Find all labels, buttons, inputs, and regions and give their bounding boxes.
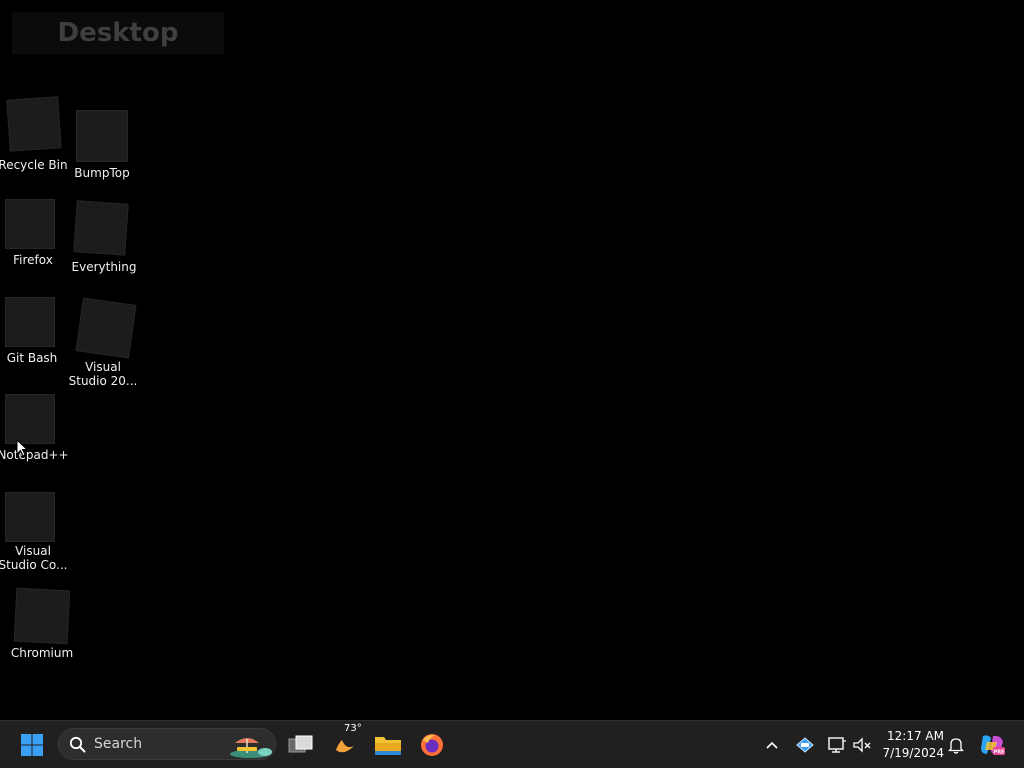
vscode-icon <box>5 492 55 542</box>
desktop-icon-label: BumpTop <box>74 166 130 180</box>
taskbar-clock[interactable]: 12:17 AM 7/19/2024 <box>872 721 944 768</box>
bumptop-icon <box>76 110 128 162</box>
speaker-muted-icon <box>853 737 871 753</box>
everything-icon <box>73 200 129 256</box>
desktop-icon-git-bash[interactable]: Git Bash <box>0 297 69 365</box>
desktop-icon-label: Firefox <box>13 253 53 267</box>
visual-studio-icon <box>75 297 137 359</box>
desktop-icon-vscode[interactable]: Visual Studio Co... <box>0 492 70 572</box>
firefox-taskbar-button[interactable] <box>412 725 452 765</box>
desktop-icon-bumptop[interactable]: BumpTop <box>65 110 139 184</box>
git-bash-icon <box>5 297 55 347</box>
recycle-bin-icon <box>6 96 62 152</box>
search-placeholder: Search <box>94 736 143 752</box>
desktop-icon-notepadpp[interactable]: Notepad++ <box>0 394 70 464</box>
chromium-icon <box>13 587 71 645</box>
desktop-icon-recycle-bin[interactable]: Recycle Bin <box>0 96 70 176</box>
desktop-icon-label: Everything <box>71 260 137 274</box>
task-view-icon <box>288 735 313 753</box>
desktop-icon-label-line1: Visual <box>15 544 51 558</box>
taskbar-search-box[interactable]: Search <box>58 728 276 760</box>
clock-time: 12:17 AM <box>887 729 944 743</box>
desktop-title: Desktop <box>57 18 179 48</box>
desktop-icon-label: Notepad++ <box>0 448 69 462</box>
copilot-button[interactable]: PRE <box>972 725 1012 765</box>
desktop-icon-firefox[interactable]: Firefox <box>0 199 70 269</box>
file-explorer-button[interactable] <box>368 725 408 765</box>
windows-logo-icon <box>21 734 43 756</box>
start-button[interactable] <box>12 725 52 765</box>
search-icon <box>69 736 86 753</box>
clock-date: 7/19/2024 <box>882 746 944 760</box>
tray-app-icon <box>796 737 814 753</box>
desktop-icon-label-line2: Studio Co... <box>0 558 68 572</box>
notepadpp-icon <box>5 394 55 444</box>
chevron-up-icon <box>766 741 778 749</box>
task-view-button[interactable] <box>281 725 321 765</box>
bell-icon <box>948 738 964 754</box>
desktop-title-panel: Desktop <box>12 12 224 54</box>
desktop-icon-chromium[interactable]: Chromium <box>5 587 79 661</box>
desktop-icon-label: Chromium <box>10 646 74 660</box>
search-highlight-beach-icon <box>230 738 272 758</box>
desktop-icon-label-line1: Visual <box>85 360 121 374</box>
copilot-logo-icon: PRE <box>981 735 1006 756</box>
weather-moon-icon <box>336 740 354 753</box>
notifications-button[interactable] <box>936 725 976 765</box>
desktop-icon-visual-studio[interactable]: Visual Studio 20... <box>66 297 140 390</box>
weather-temperature: 73° <box>344 723 362 734</box>
desktop-screen: Desktop Recycle Bin BumpTop Firefox Ever… <box>0 0 1024 768</box>
firefox-logo-icon <box>421 734 443 756</box>
svg-text:PRE: PRE <box>994 750 1006 756</box>
desktop-icon-label: Git Bash <box>6 351 58 365</box>
mouse-cursor-icon <box>16 439 28 457</box>
firefox-icon <box>5 199 55 249</box>
desktop-icon-label: Recycle Bin <box>0 158 68 172</box>
file-explorer-folder-icon <box>375 737 401 755</box>
desktop-icon-everything[interactable]: Everything <box>67 200 141 275</box>
desktop-icon-label-line2: Studio 20... <box>68 374 138 388</box>
taskbar: Search 73° 12:17 AM 7/19/2024 PRE <box>0 720 1024 768</box>
